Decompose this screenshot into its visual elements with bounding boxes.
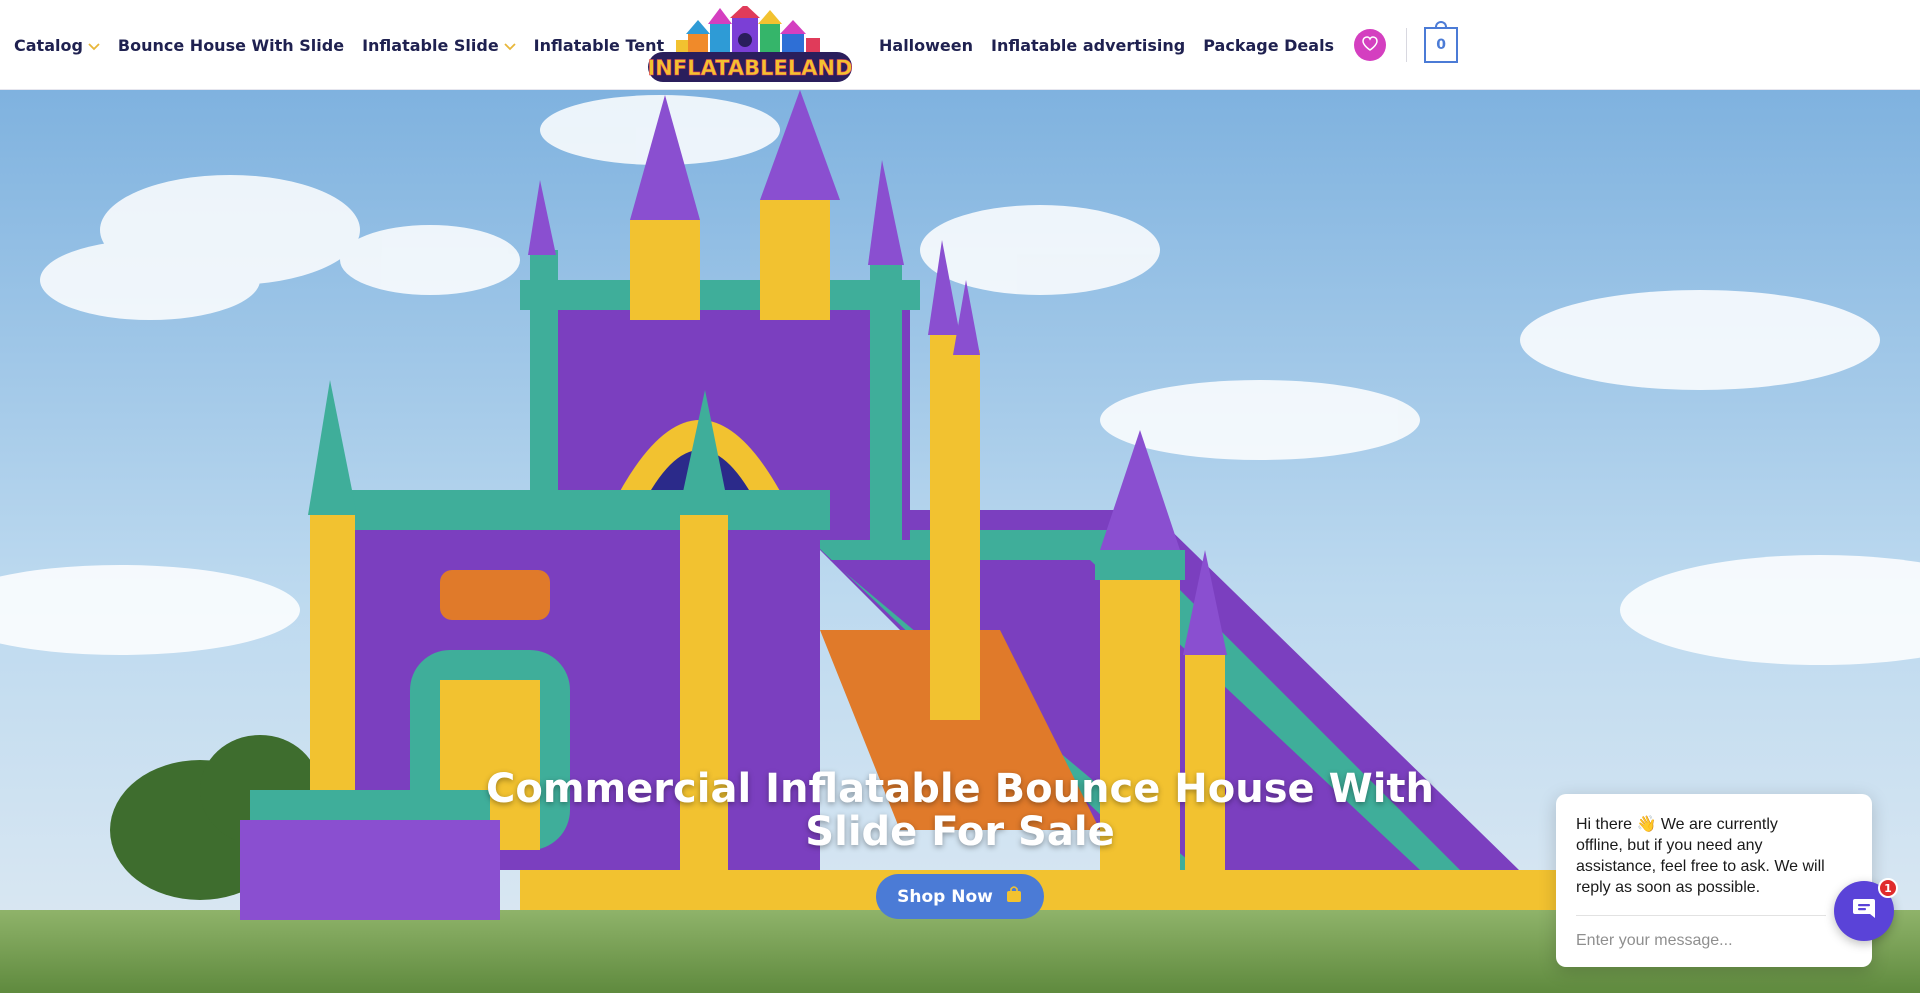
- nav-bounce-house-with-slide[interactable]: Bounce House With Slide: [118, 36, 344, 55]
- chat-offline-message: Hi there 👋 We are currently offline, but…: [1576, 816, 1825, 896]
- hero-title: Commercial Inflatable Bounce House With …: [485, 766, 1435, 855]
- svg-text:INFLATABLELAND: INFLATABLELAND: [648, 56, 852, 80]
- heart-icon: [1362, 35, 1378, 55]
- site-logo[interactable]: INFLATABLELAND: [647, 4, 853, 84]
- chat-bubble-icon: [1851, 896, 1877, 926]
- header-divider: [1406, 28, 1408, 62]
- shopping-bag-icon: [1435, 21, 1448, 29]
- site-header: Catalog Bounce House With Slide Inflatab…: [0, 0, 1920, 90]
- chat-message-input[interactable]: [1576, 927, 1826, 955]
- nav-inflatable-tent-label: Inflatable Tent: [533, 35, 665, 55]
- shop-now-label: Shop Now: [897, 886, 993, 907]
- nav-inflatable-slide[interactable]: Inflatable Slide: [362, 36, 516, 55]
- nav-inflatable-advertising[interactable]: Inflatable advertising: [991, 36, 1185, 55]
- main-nav-right: Halloween Inflatable advertising Package…: [879, 0, 1459, 90]
- nav-catalog[interactable]: Catalog: [14, 36, 100, 55]
- shopping-bag-icon: [1005, 885, 1023, 908]
- nav-inflatable-slide-label: Inflatable Slide: [362, 35, 499, 55]
- chat-unread-badge: 1: [1878, 878, 1898, 898]
- chevron-down-icon: [504, 36, 516, 55]
- main-nav-left: Catalog Bounce House With Slide Inflatab…: [14, 0, 682, 90]
- nav-halloween-label: Halloween: [879, 35, 974, 55]
- chevron-down-icon: [88, 36, 100, 55]
- chat-divider: [1576, 915, 1826, 916]
- chat-popup: Hi there 👋 We are currently offline, but…: [1556, 794, 1872, 967]
- nav-halloween[interactable]: Halloween: [879, 36, 973, 55]
- nav-package-deals-label: Package Deals: [1203, 35, 1335, 55]
- nav-inflatable-advertising-label: Inflatable advertising: [991, 35, 1186, 55]
- nav-bounce-house-label: Bounce House With Slide: [117, 35, 345, 55]
- wishlist-button[interactable]: [1354, 29, 1387, 61]
- nav-inflatable-tent[interactable]: Inflatable Tent: [534, 36, 664, 55]
- cart-button[interactable]: 0: [1424, 21, 1459, 63]
- cart-count: 0: [1436, 37, 1446, 53]
- shop-now-button[interactable]: Shop Now: [876, 874, 1044, 919]
- nav-catalog-label: Catalog: [14, 35, 83, 55]
- nav-package-deals[interactable]: Package Deals: [1203, 36, 1334, 55]
